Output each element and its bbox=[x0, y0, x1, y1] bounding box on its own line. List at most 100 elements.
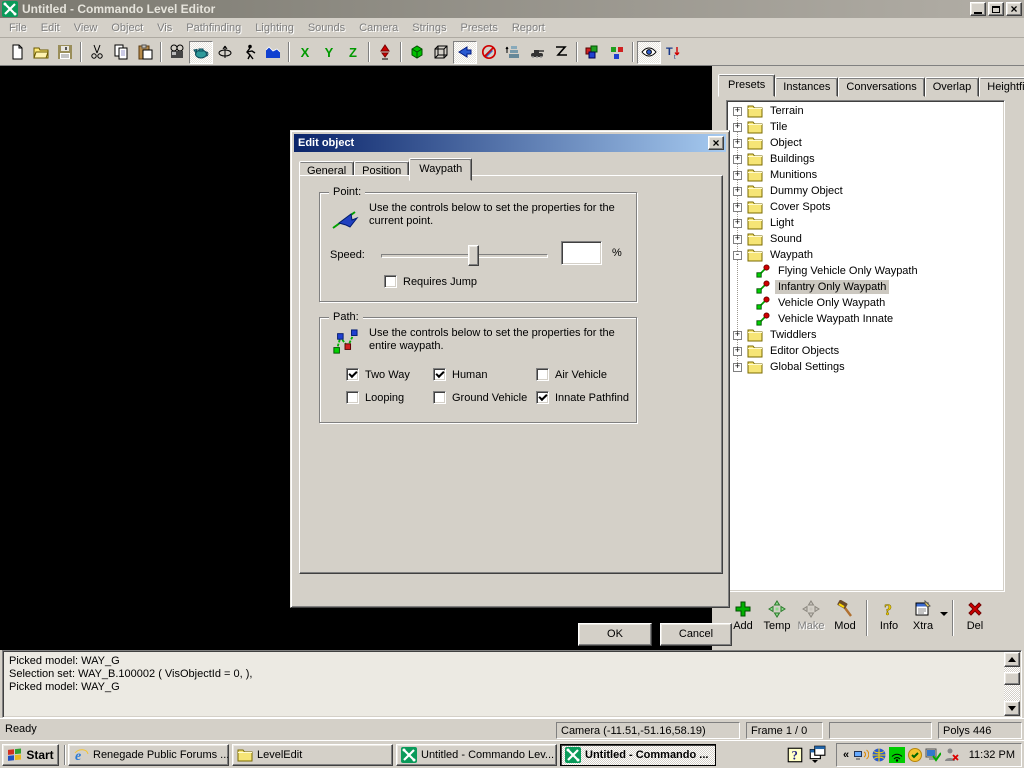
panel-tab-overlap[interactable]: Overlap bbox=[925, 77, 980, 97]
panel-tab-instances[interactable]: Instances bbox=[775, 77, 838, 97]
collapse-chevrons-icon[interactable]: « bbox=[841, 749, 851, 761]
tree-expander[interactable]: + bbox=[733, 347, 742, 356]
scroll-thumb[interactable] bbox=[1004, 672, 1020, 685]
tree-item-dummy-object[interactable]: +Dummy Object bbox=[727, 183, 1004, 199]
menu-camera[interactable]: Camera bbox=[352, 19, 405, 37]
wireframe-cube-button[interactable] bbox=[429, 41, 453, 64]
menu-sounds[interactable]: Sounds bbox=[301, 19, 352, 37]
rgb-dots-button[interactable] bbox=[605, 41, 629, 64]
menu-file[interactable]: File bbox=[2, 19, 34, 37]
temp-button[interactable]: Temp bbox=[760, 598, 794, 632]
tree-expander[interactable]: + bbox=[733, 331, 742, 340]
looping-checkbox[interactable] bbox=[346, 391, 359, 404]
xtra-dropdown-arrow[interactable] bbox=[940, 612, 948, 620]
speed-slider-thumb[interactable] bbox=[468, 245, 479, 266]
tree-expander[interactable]: + bbox=[733, 155, 742, 164]
vis-sector-button[interactable] bbox=[549, 41, 573, 64]
menu-strings[interactable]: Strings bbox=[405, 19, 453, 37]
tree-item-light[interactable]: +Light bbox=[727, 215, 1004, 231]
task-button-4[interactable]: Untitled - Commando ... bbox=[560, 744, 716, 766]
camera-eye-button[interactable] bbox=[453, 41, 477, 64]
axis-z-button[interactable]: Z bbox=[341, 41, 365, 64]
speed-value-field[interactable] bbox=[561, 241, 602, 265]
tree-item-cover-spots[interactable]: +Cover Spots bbox=[727, 199, 1004, 215]
tree-expander[interactable]: + bbox=[733, 219, 742, 228]
tree-expander[interactable]: + bbox=[733, 203, 742, 212]
show-eye-button[interactable] bbox=[637, 41, 661, 64]
tree-expander[interactable]: - bbox=[733, 251, 742, 260]
air-vehicle-checkbox[interactable] bbox=[536, 368, 549, 381]
innate-pathfind-checkbox[interactable] bbox=[536, 391, 549, 404]
new-button[interactable] bbox=[5, 41, 29, 64]
task-button-1[interactable]: eRenegade Public Forums ... bbox=[68, 744, 229, 766]
presets-tree[interactable]: +Terrain+Tile+Object+Buildings+Munitions… bbox=[726, 100, 1005, 592]
terrain-button[interactable] bbox=[261, 41, 285, 64]
tree-expander[interactable]: + bbox=[733, 187, 742, 196]
tree-expander[interactable]: + bbox=[733, 171, 742, 180]
no-edit-button[interactable] bbox=[477, 41, 501, 64]
rgb-cubes-button[interactable] bbox=[581, 41, 605, 64]
copy-button[interactable] bbox=[109, 41, 133, 64]
human-checkbox[interactable] bbox=[433, 368, 446, 381]
dialog-close-button[interactable]: × bbox=[708, 136, 724, 150]
mod-button[interactable]: Mod bbox=[828, 598, 862, 632]
tree-item-object[interactable]: +Object bbox=[727, 135, 1004, 151]
scroll-down-button[interactable] bbox=[1004, 701, 1020, 716]
dialog-titlebar[interactable]: Edit object × bbox=[294, 134, 726, 152]
tree-item-vehicle-waypath-innate[interactable]: Vehicle Waypath Innate bbox=[727, 311, 1004, 327]
scroll-up-button[interactable] bbox=[1004, 652, 1020, 667]
tab-waypath[interactable]: Waypath bbox=[409, 158, 472, 181]
start-button[interactable]: Start bbox=[2, 744, 59, 766]
ok-button[interactable]: OK bbox=[578, 623, 652, 646]
menu-report[interactable]: Report bbox=[505, 19, 552, 37]
orbit-button[interactable] bbox=[213, 41, 237, 64]
save-button[interactable] bbox=[53, 41, 77, 64]
panel-tab-heightfield[interactable]: Heightfield bbox=[979, 77, 1024, 97]
panel-tab-conversations[interactable]: Conversations bbox=[838, 77, 924, 97]
network-computer-icon[interactable] bbox=[853, 747, 869, 763]
tree-item-terrain[interactable]: +Terrain bbox=[727, 103, 1004, 119]
info-button[interactable]: ?Info bbox=[872, 598, 906, 632]
tree-expander[interactable]: + bbox=[733, 123, 742, 132]
building-button[interactable] bbox=[501, 41, 525, 64]
vehicle-button[interactable] bbox=[525, 41, 549, 64]
paste-button[interactable] bbox=[133, 41, 157, 64]
requires-jump-checkbox[interactable] bbox=[384, 275, 397, 288]
speed-slider[interactable] bbox=[381, 245, 548, 266]
output-log[interactable]: Picked model: WAY_GSelection set: WAY_B.… bbox=[2, 650, 1022, 718]
teapot-button[interactable] bbox=[189, 41, 213, 64]
toolbar-dropdown-arrow[interactable] bbox=[812, 760, 818, 766]
user-offline-icon[interactable] bbox=[943, 747, 959, 763]
tree-item-flying-vehicle-only-waypath[interactable]: Flying Vehicle Only Waypath bbox=[727, 263, 1004, 279]
tree-item-munitions[interactable]: +Munitions bbox=[727, 167, 1004, 183]
tree-item-buildings[interactable]: +Buildings bbox=[727, 151, 1004, 167]
drop-to-ground-button[interactable] bbox=[373, 41, 397, 64]
menu-edit[interactable]: Edit bbox=[34, 19, 67, 37]
text-tool-button[interactable]: Tt bbox=[661, 41, 685, 64]
globe-icon[interactable] bbox=[871, 747, 887, 763]
tree-expander[interactable]: + bbox=[733, 235, 742, 244]
tree-item-waypath[interactable]: -Waypath bbox=[727, 247, 1004, 263]
close-button[interactable]: × bbox=[1006, 2, 1022, 16]
clock[interactable]: 11:32 PM bbox=[969, 749, 1017, 761]
axis-x-button[interactable]: X bbox=[293, 41, 317, 64]
wireless-icon[interactable] bbox=[889, 747, 905, 763]
two-way-checkbox[interactable] bbox=[346, 368, 359, 381]
tree-item-vehicle-only-waypath[interactable]: Vehicle Only Waypath bbox=[727, 295, 1004, 311]
tree-item-sound[interactable]: +Sound bbox=[727, 231, 1004, 247]
menu-lighting[interactable]: Lighting bbox=[248, 19, 301, 37]
movie-camera-button[interactable] bbox=[165, 41, 189, 64]
window-titlebar[interactable]: Untitled - Commando Level Editor × bbox=[0, 0, 1024, 18]
menu-pathfinding[interactable]: Pathfinding bbox=[179, 19, 248, 37]
menu-vis[interactable]: Vis bbox=[150, 19, 179, 37]
task-button-2[interactable]: LevelEdit bbox=[232, 744, 393, 766]
output-scrollbar[interactable] bbox=[1004, 652, 1020, 716]
tree-item-editor-objects[interactable]: +Editor Objects bbox=[727, 343, 1004, 359]
del-button[interactable]: Del bbox=[958, 598, 992, 632]
cancel-button[interactable]: Cancel bbox=[660, 623, 732, 646]
solid-cube-button[interactable] bbox=[405, 41, 429, 64]
tree-item-tile[interactable]: +Tile bbox=[727, 119, 1004, 135]
open-button[interactable] bbox=[29, 41, 53, 64]
axis-y-button[interactable]: Y bbox=[317, 41, 341, 64]
tree-item-infantry-only-waypath[interactable]: Infantry Only Waypath bbox=[727, 279, 1004, 295]
